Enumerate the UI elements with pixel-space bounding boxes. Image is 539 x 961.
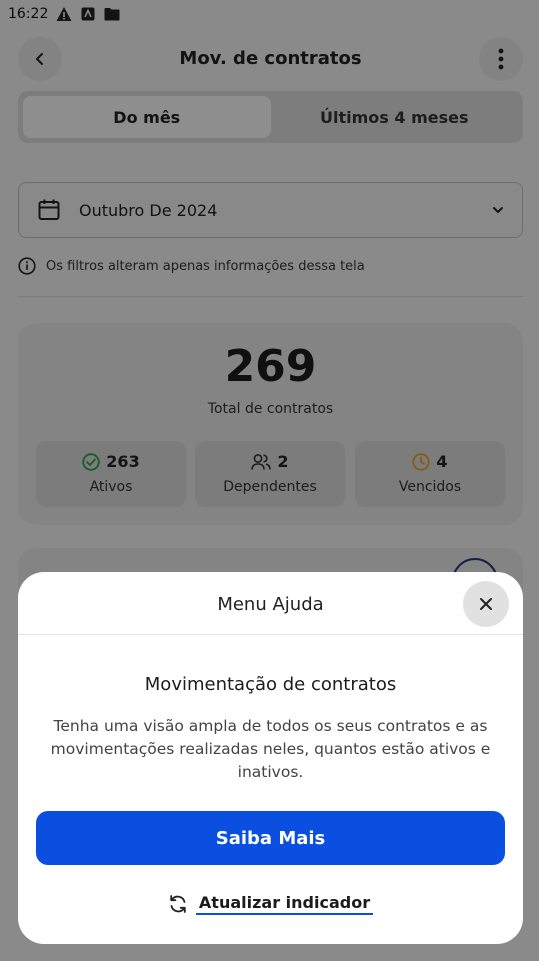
help-heading: Movimentação de contratos: [144, 674, 397, 695]
help-description: Tenha uma visão ampla de todos os seus c…: [50, 717, 491, 781]
close-button[interactable]: [463, 581, 509, 627]
refresh-indicator-label: Atualizar indicador: [195, 893, 374, 915]
saiba-mais-button[interactable]: Saiba Mais: [36, 811, 505, 865]
refresh-icon: [170, 895, 186, 913]
refresh-indicator-link[interactable]: Atualizar indicador: [18, 893, 523, 915]
sheet-divider: [18, 634, 523, 635]
close-icon: [480, 598, 492, 610]
sheet-title: Menu Ajuda: [217, 594, 324, 615]
help-bottom-sheet: Menu Ajuda Movimentação de contratos Ten…: [18, 572, 523, 944]
